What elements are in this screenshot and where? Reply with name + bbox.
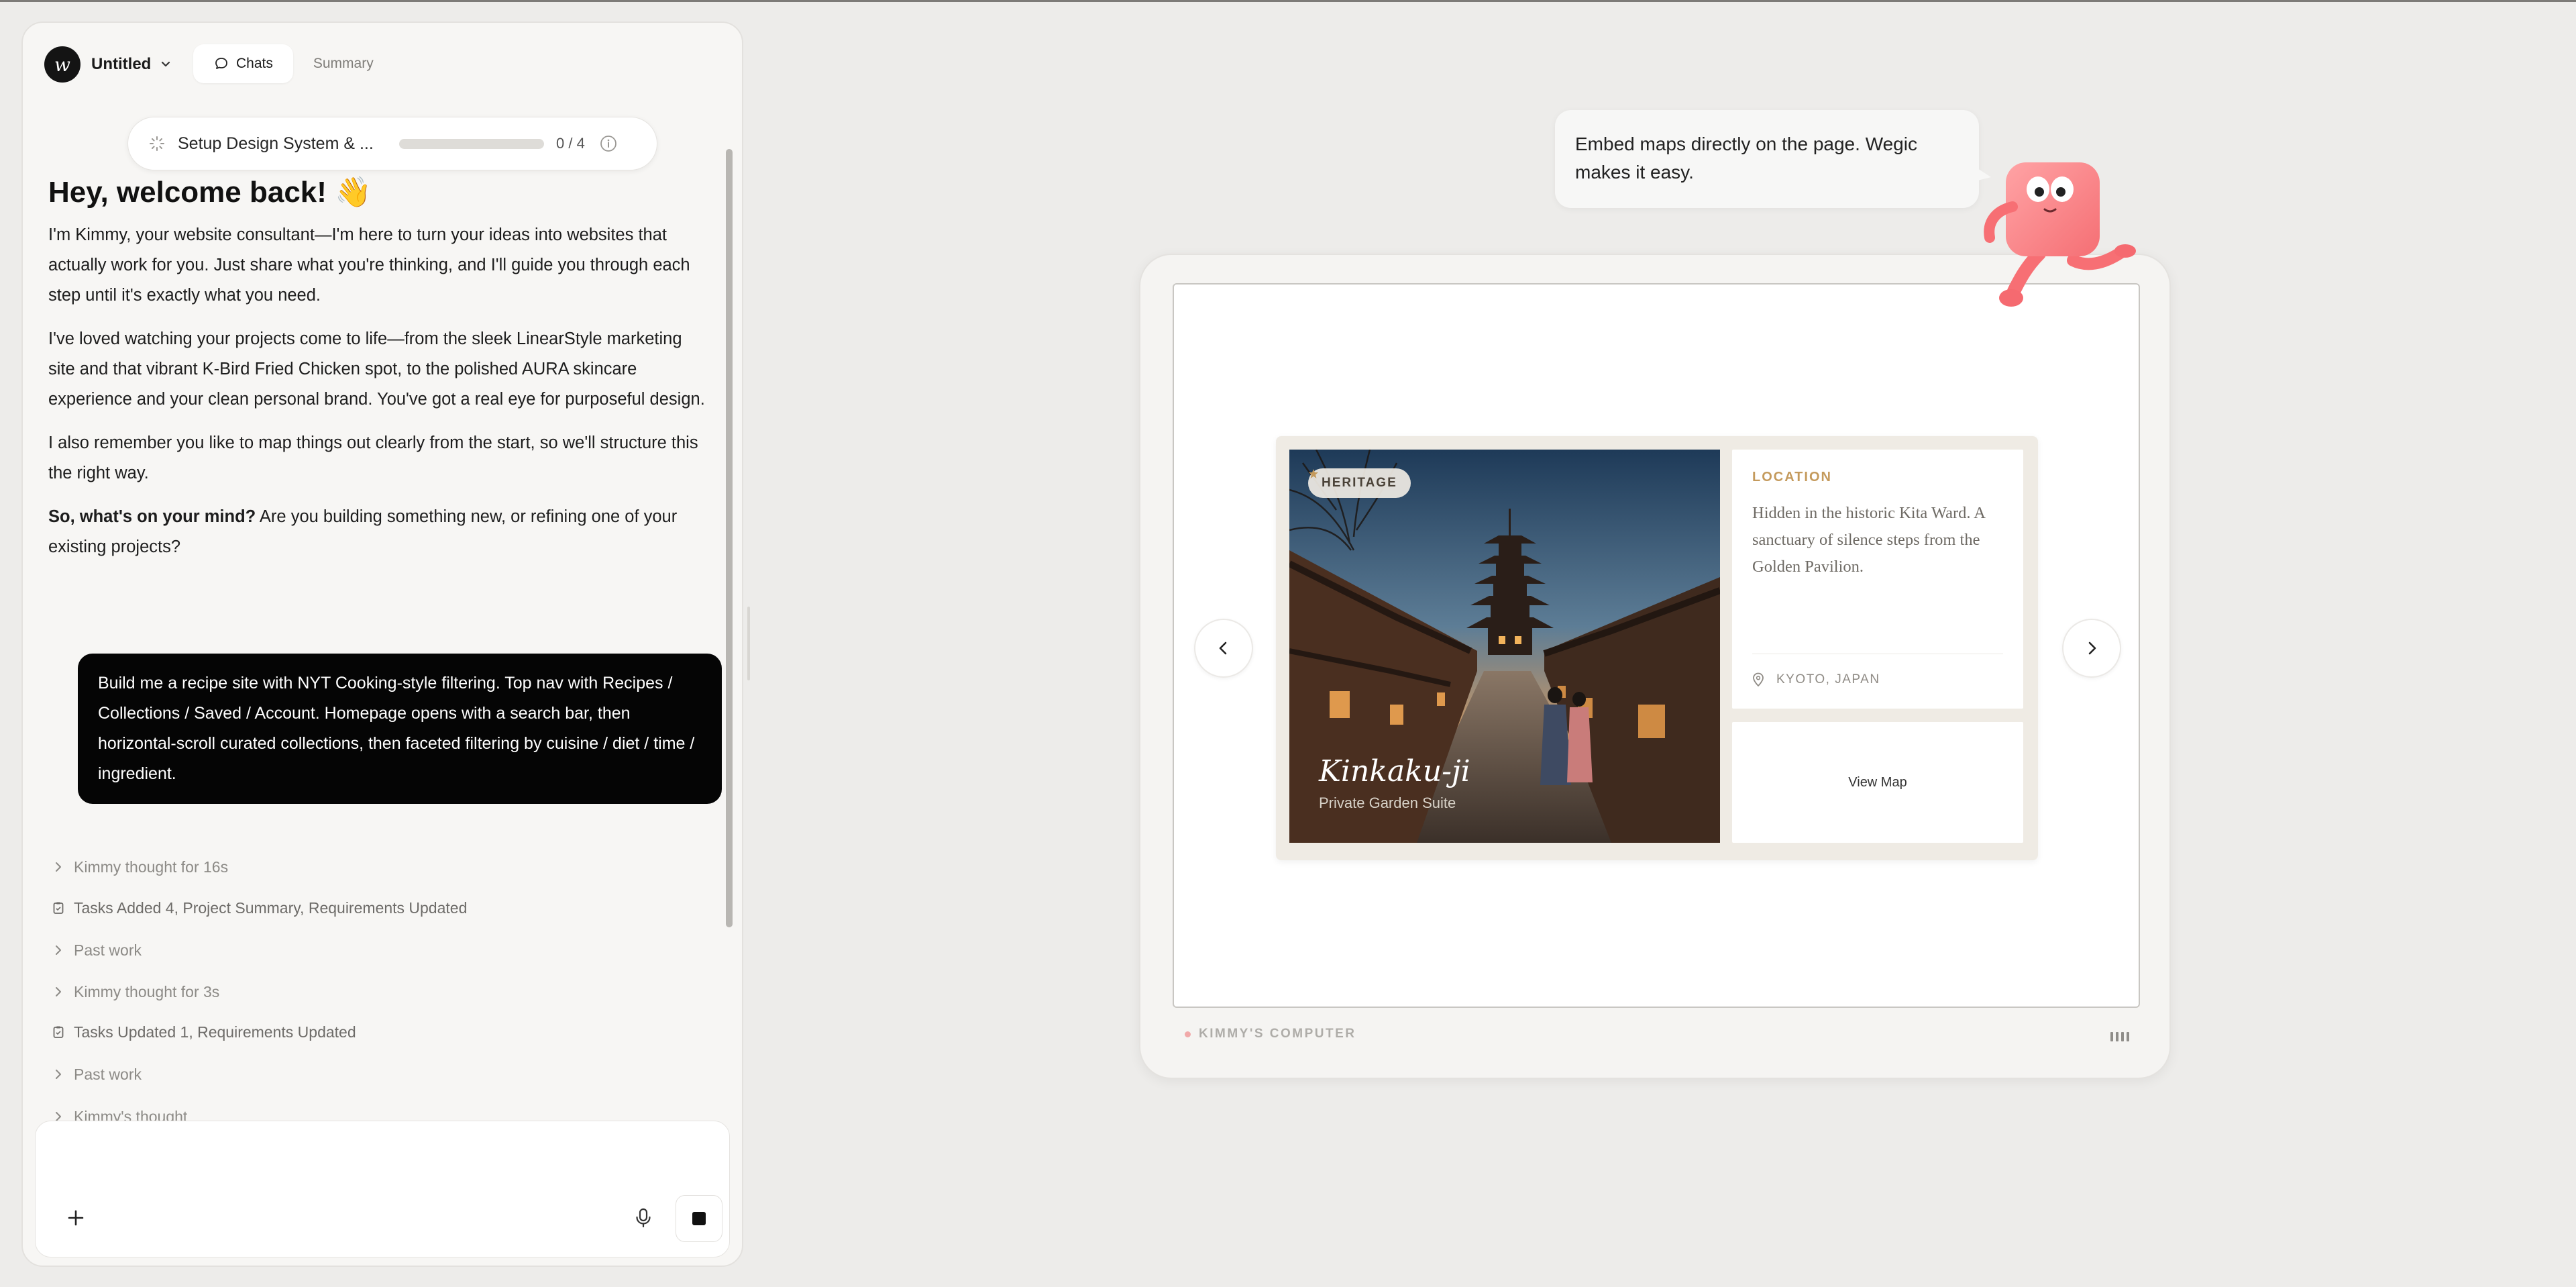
website-preview-screen: HERITAGE Kinkaku-ji Private Garden Suite… bbox=[1173, 283, 2140, 1008]
location-place-label: KYOTO, JAPAN bbox=[1776, 672, 1880, 686]
loading-spinner-icon bbox=[150, 136, 164, 151]
activity-label: Tasks Updated 1, Requirements Updated bbox=[74, 1023, 356, 1041]
panel-resize-handle[interactable] bbox=[747, 607, 750, 680]
activity-past-work[interactable]: Past work bbox=[51, 935, 655, 965]
chevron-right-icon bbox=[2088, 641, 2096, 655]
mascot-speech-bubble: Embed maps directly on the page. Wegic m… bbox=[1555, 110, 1979, 208]
activity-thought[interactable]: Kimmy thought for 16s bbox=[51, 852, 655, 882]
preview-device-frame: HERITAGE Kinkaku-ji Private Garden Suite… bbox=[1139, 254, 2171, 1079]
user-message: Build me a recipe site with NYT Cooking-… bbox=[78, 654, 722, 804]
stop-icon bbox=[692, 1212, 706, 1225]
assistant-message-planning: I also remember you like to map things o… bbox=[48, 433, 698, 482]
location-description: Hidden in the historic Kita Ward. A sanc… bbox=[1752, 504, 1985, 576]
chevron-right-icon bbox=[56, 1070, 61, 1079]
question-emphasis: So, what's on your mind? bbox=[48, 507, 256, 526]
activity-label: Kimmy thought for 3s bbox=[74, 982, 220, 1000]
info-icon[interactable] bbox=[599, 134, 618, 153]
window-top-border bbox=[0, 0, 2576, 2]
kimmy-mascot-icon bbox=[1984, 162, 2136, 307]
chevron-right-icon bbox=[56, 862, 61, 872]
heritage-badge-label: HERITAGE bbox=[1322, 476, 1397, 490]
activity-label: Past work bbox=[74, 1065, 142, 1083]
plus-icon bbox=[68, 1210, 84, 1226]
project-name: Untitled bbox=[91, 55, 152, 73]
chat-bubble-icon bbox=[215, 58, 227, 69]
chevron-down-icon bbox=[162, 61, 170, 67]
tab-summary[interactable]: Summary bbox=[293, 44, 394, 83]
chat-scrollbar[interactable] bbox=[726, 149, 733, 927]
activity-past-work[interactable]: Past work bbox=[51, 1060, 655, 1089]
attach-button[interactable] bbox=[62, 1204, 89, 1231]
assistant-message-intro: I'm Kimmy, your website consultant—I'm h… bbox=[48, 225, 690, 305]
chevron-right-icon bbox=[56, 987, 61, 996]
assistant-message-question: So, what's on your mind? Are you buildin… bbox=[48, 502, 706, 562]
wegic-logo: w bbox=[44, 46, 80, 83]
message-composer[interactable] bbox=[35, 1121, 730, 1257]
chat-panel: w Untitled Chats Summary Setup Design Sy… bbox=[21, 21, 743, 1267]
chevron-right-icon bbox=[56, 945, 61, 955]
device-label: KIMMY'S COMPUTER bbox=[1199, 1027, 1356, 1041]
panel-tabs: Chats Summary bbox=[193, 44, 394, 83]
carousel-prev-button[interactable] bbox=[1194, 619, 1253, 678]
map-pin-icon bbox=[1753, 672, 1764, 687]
location-place: KYOTO, JAPAN bbox=[1752, 672, 1880, 687]
task-progress-pill[interactable]: Setup Design System & ... 0 / 4 bbox=[127, 117, 657, 170]
heritage-listing-card: HERITAGE Kinkaku-ji Private Garden Suite… bbox=[1276, 436, 2038, 860]
task-progress-count: 0 / 4 bbox=[556, 135, 585, 152]
task-progress-bar bbox=[399, 138, 544, 149]
status-dot bbox=[1185, 1031, 1191, 1037]
chat-messages: Hey, welcome back! 👋 I'm Kimmy, your web… bbox=[48, 170, 706, 562]
view-map-button[interactable]: View Map bbox=[1837, 768, 1917, 797]
device-footer: KIMMY'S COMPUTER bbox=[1185, 1027, 1356, 1041]
task-progress-label: Setup Design System & ... bbox=[178, 134, 374, 153]
heritage-badge: HERITAGE bbox=[1308, 468, 1411, 498]
microphone-icon bbox=[636, 1208, 651, 1228]
welcome-title: Hey, welcome back! 👋 bbox=[48, 176, 372, 209]
assistant-message-projects: I've loved watching your projects come t… bbox=[48, 329, 705, 409]
activity-task[interactable]: Tasks Updated 1, Requirements Updated bbox=[51, 1017, 655, 1047]
activity-label: Tasks Added 4, Project Summary, Requirem… bbox=[74, 898, 468, 917]
activity-label: Kimmy thought for 16s bbox=[74, 858, 229, 876]
listing-title: Kinkaku-ji bbox=[1319, 754, 1470, 788]
voice-input-button[interactable] bbox=[630, 1204, 657, 1231]
carousel-next-button[interactable] bbox=[2062, 619, 2121, 678]
clipboard-icon bbox=[53, 902, 64, 914]
tab-chats[interactable]: Chats bbox=[193, 44, 293, 83]
tab-summary-label: Summary bbox=[313, 56, 374, 71]
map-embed-card: View Map bbox=[1732, 722, 2023, 843]
activity-task[interactable]: Tasks Added 4, Project Summary, Requirem… bbox=[51, 893, 655, 923]
device-grip-icon[interactable] bbox=[2110, 1032, 2129, 1041]
clipboard-icon bbox=[53, 1026, 64, 1038]
location-heading: LOCATION bbox=[1752, 470, 1832, 484]
listing-subtitle: Private Garden Suite bbox=[1319, 794, 1456, 811]
kyoto-street-photo[interactable]: HERITAGE Kinkaku-ji Private Garden Suite bbox=[1289, 450, 1720, 843]
tab-chats-label: Chats bbox=[236, 56, 273, 71]
project-switcher[interactable]: w Untitled bbox=[44, 42, 172, 87]
chevron-left-icon bbox=[1219, 641, 1227, 655]
activity-label: Past work bbox=[74, 941, 142, 959]
activity-thought[interactable]: Kimmy thought for 3s bbox=[51, 977, 655, 1007]
star-icon bbox=[1309, 469, 1318, 478]
location-card: LOCATION Hidden in the historic Kita War… bbox=[1732, 450, 2023, 709]
stop-generation-button[interactable] bbox=[676, 1195, 722, 1242]
